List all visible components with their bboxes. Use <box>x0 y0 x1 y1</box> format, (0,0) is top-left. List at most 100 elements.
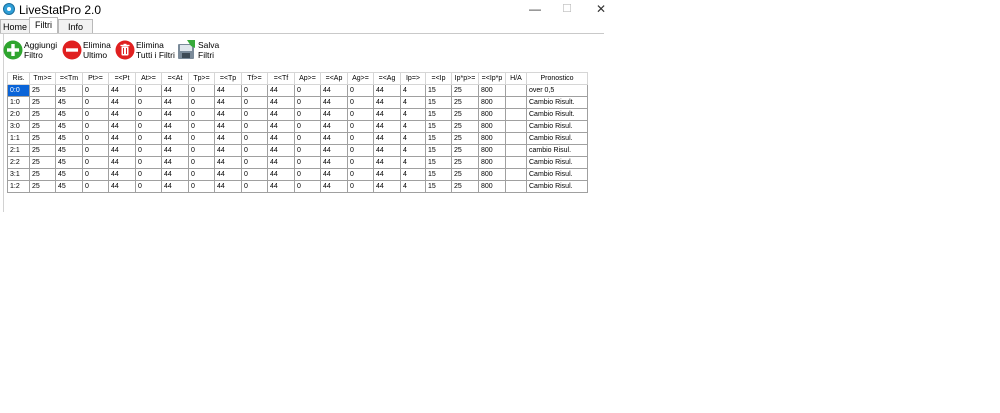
table-row[interactable]: 2:1 25 45 0 44 0 44 0 44 0 44 0 44 0 44 4 15 25 800 cambio … <box>7 144 588 157</box>
table-cell[interactable]: 15 <box>425 108 452 121</box>
table-cell[interactable]: 44 <box>267 84 295 97</box>
table-row[interactable]: 0:0 25 45 0 44 0 44 0 44 0 44 0 44 0 44 4 15 25 800 over 0,… <box>7 84 588 97</box>
table-cell[interactable]: 0 <box>82 156 109 169</box>
table-cell[interactable]: 0 <box>135 96 162 109</box>
table-cell[interactable]: 0 <box>188 96 215 109</box>
table-cell[interactable]: 0 <box>241 180 268 193</box>
table-cell[interactable]: 44 <box>108 96 136 109</box>
tab-info[interactable]: Info <box>58 19 93 33</box>
table-cell[interactable]: 0 <box>188 168 215 181</box>
table-cell[interactable]: 800 <box>478 144 506 157</box>
table-cell[interactable]: 45 <box>55 132 83 145</box>
table-cell[interactable]: 44 <box>320 96 348 109</box>
close-button[interactable]: ✕ <box>584 0 618 19</box>
table-cell[interactable]: 25 <box>29 132 56 145</box>
column-header[interactable]: Ag>= <box>347 72 374 85</box>
table-cell[interactable]: 15 <box>425 132 452 145</box>
table-cell[interactable]: 0 <box>241 96 268 109</box>
column-header[interactable]: Ris. <box>7 72 30 85</box>
table-cell[interactable]: 44 <box>161 120 189 133</box>
table-cell[interactable]: 4 <box>400 96 426 109</box>
tab-home[interactable]: Home <box>0 19 30 33</box>
table-cell[interactable]: 2:0 <box>7 108 30 121</box>
table-cell[interactable]: 0 <box>82 96 109 109</box>
table-cell[interactable]: 44 <box>373 144 401 157</box>
table-cell[interactable]: 15 <box>425 120 452 133</box>
table-cell[interactable]: 800 <box>478 96 506 109</box>
table-cell[interactable]: 44 <box>267 168 295 181</box>
table-cell[interactable]: 44 <box>320 168 348 181</box>
table-cell[interactable]: 44 <box>267 96 295 109</box>
table-cell[interactable]: 25 <box>29 120 56 133</box>
table-row[interactable]: 2:0 25 45 0 44 0 44 0 44 0 44 0 44 0 44 4 15 25 800 Cambio … <box>7 108 588 121</box>
table-cell[interactable]: 4 <box>400 108 426 121</box>
delete-all-filters-button[interactable]: Elimina Tutti i Filtri <box>115 38 177 64</box>
table-cell[interactable]: 44 <box>214 156 242 169</box>
table-cell[interactable]: 0 <box>82 132 109 145</box>
table-cell[interactable]: 25 <box>451 84 479 97</box>
table-cell[interactable]: 44 <box>161 108 189 121</box>
table-cell[interactable]: 0 <box>241 144 268 157</box>
table-cell[interactable]: 2:2 <box>7 156 30 169</box>
table-cell[interactable]: 44 <box>320 108 348 121</box>
table-cell[interactable]: 800 <box>478 120 506 133</box>
table-cell[interactable]: 25 <box>451 108 479 121</box>
table-cell[interactable]: 44 <box>373 168 401 181</box>
column-header[interactable]: H/A <box>505 72 527 85</box>
table-cell[interactable]: 0 <box>135 168 162 181</box>
table-cell[interactable]: 0 <box>82 180 109 193</box>
table-cell[interactable]: 25 <box>29 108 56 121</box>
table-cell[interactable]: 44 <box>108 120 136 133</box>
table-cell[interactable]: 44 <box>161 180 189 193</box>
table-cell[interactable]: 44 <box>108 108 136 121</box>
table-cell[interactable]: 44 <box>373 156 401 169</box>
table-cell[interactable]: 0 <box>188 108 215 121</box>
column-header[interactable]: =<At <box>161 72 189 85</box>
table-cell[interactable]: 45 <box>55 156 83 169</box>
table-cell[interactable]: 0 <box>347 144 374 157</box>
column-header[interactable]: Pt>= <box>82 72 109 85</box>
table-row[interactable]: 2:2 25 45 0 44 0 44 0 44 0 44 0 44 0 44 4 15 25 800 Cambio … <box>7 156 588 169</box>
table-cell[interactable]: 0 <box>135 108 162 121</box>
table-cell[interactable]: 15 <box>425 156 452 169</box>
table-cell[interactable]: 15 <box>425 144 452 157</box>
table-cell[interactable]: 0 <box>135 156 162 169</box>
table-cell[interactable]: 44 <box>214 120 242 133</box>
column-header[interactable]: Ip*p>= <box>451 72 479 85</box>
table-cell[interactable]: 44 <box>267 156 295 169</box>
table-cell[interactable]: 0 <box>347 180 374 193</box>
table-cell[interactable]: 44 <box>161 84 189 97</box>
column-header[interactable]: =<Ip*p <box>478 72 506 85</box>
table-cell[interactable]: 3:1 <box>7 168 30 181</box>
table-cell[interactable]: 0 <box>294 168 321 181</box>
table-cell[interactable]: 44 <box>320 132 348 145</box>
table-cell[interactable]: 4 <box>400 180 426 193</box>
table-cell[interactable]: 44 <box>161 132 189 145</box>
table-cell[interactable]: 0 <box>294 144 321 157</box>
table-cell[interactable]: 45 <box>55 84 83 97</box>
column-header[interactable]: Pronostico <box>526 72 588 85</box>
column-header[interactable]: Tp>= <box>188 72 215 85</box>
table-cell[interactable]: 44 <box>373 108 401 121</box>
column-header[interactable]: =<Tf <box>267 72 295 85</box>
table-row[interactable]: 3:0 25 45 0 44 0 44 0 44 0 44 0 44 0 44 4 15 25 800 Cambio … <box>7 120 588 133</box>
table-cell[interactable]: 800 <box>478 108 506 121</box>
table-cell[interactable]: 4 <box>400 144 426 157</box>
table-cell[interactable]: 45 <box>55 180 83 193</box>
table-cell[interactable]: 44 <box>320 156 348 169</box>
table-cell[interactable]: 45 <box>55 96 83 109</box>
table-cell[interactable]: 0 <box>241 120 268 133</box>
table-cell[interactable]: Cambio Risul. <box>526 156 588 169</box>
column-header[interactable]: Tm>= <box>29 72 56 85</box>
table-cell[interactable]: 0 <box>347 132 374 145</box>
table-cell[interactable]: 0 <box>347 156 374 169</box>
delete-last-button[interactable]: Elimina Ultimo <box>62 38 112 64</box>
table-cell[interactable]: 0 <box>188 180 215 193</box>
table-cell[interactable]: 4 <box>400 84 426 97</box>
table-cell[interactable]: 800 <box>478 180 506 193</box>
table-cell[interactable]: 800 <box>478 132 506 145</box>
table-cell[interactable]: 15 <box>425 168 452 181</box>
table-cell[interactable]: 0 <box>135 144 162 157</box>
table-row[interactable]: 1:2 25 45 0 44 0 44 0 44 0 44 0 44 0 44 4 15 25 800 Cambio … <box>7 180 588 193</box>
table-cell[interactable]: 0 <box>241 108 268 121</box>
